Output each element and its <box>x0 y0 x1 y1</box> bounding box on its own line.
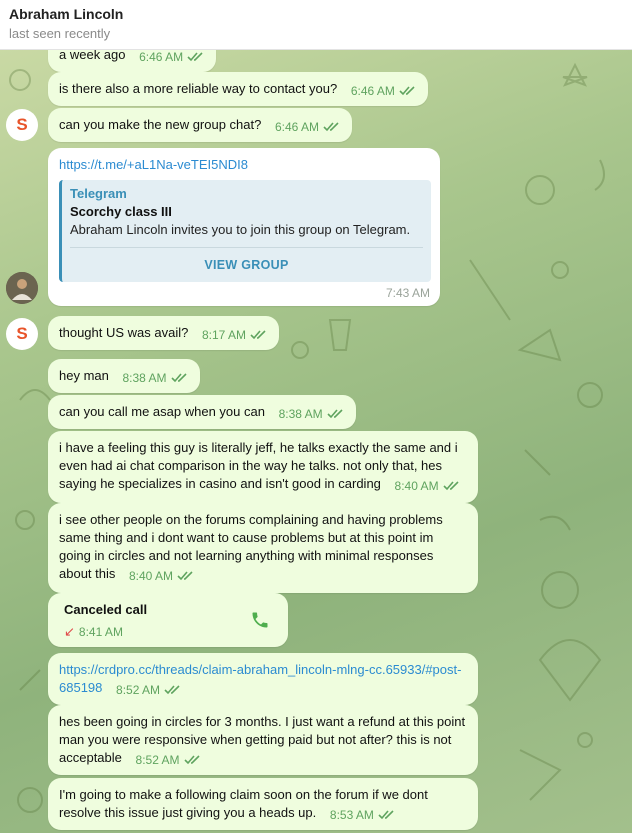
message-bubble[interactable]: i have a feeling this guy is literally j… <box>48 431 478 503</box>
message-time: 8:40 AM <box>129 567 195 585</box>
message-time: 8:17 AM <box>202 326 268 344</box>
message-text: i see other people on the forums complai… <box>59 512 443 581</box>
phone-icon[interactable] <box>250 610 270 630</box>
message-bubble[interactable]: a week ago 6:46 AM <box>48 50 217 72</box>
message-link[interactable]: https://t.me/+aL1Na-veTEI5NDI8 <box>59 157 248 172</box>
double-check-icon <box>378 810 394 820</box>
message-text: can you make the new group chat? <box>59 117 262 132</box>
double-check-icon <box>323 122 339 132</box>
sender-avatar[interactable]: S <box>6 318 38 350</box>
message-time: 7:43 AM <box>385 286 430 300</box>
call-title: Canceled call <box>64 602 148 617</box>
message-text: a week ago <box>59 50 126 62</box>
message-bubble[interactable]: i see other people on the forums complai… <box>48 503 478 593</box>
contact-status: last seen recently <box>9 26 111 41</box>
message-time: 8:40 AM <box>395 477 461 495</box>
contact-avatar[interactable] <box>6 272 38 304</box>
message-bubble[interactable]: hey man 8:38 AM <box>48 359 200 393</box>
message-text: thought US was avail? <box>59 325 189 340</box>
message-time: 8:38 AM <box>123 369 189 387</box>
contact-name[interactable]: Abraham Lincoln <box>9 6 123 22</box>
message-time: 6:46 AM <box>139 50 205 66</box>
double-check-icon <box>187 52 203 62</box>
double-check-icon <box>164 685 180 695</box>
double-check-icon <box>177 571 193 581</box>
message-time: 6:46 AM <box>351 82 417 100</box>
missed-call-arrow-icon: ↙ <box>64 624 75 639</box>
preview-site: Telegram <box>70 186 127 201</box>
message-text: hey man <box>59 368 109 383</box>
message-text: can you call me asap when you can <box>59 404 265 419</box>
message-time: 8:53 AM <box>330 806 396 824</box>
message-time: 8:52 AM <box>136 751 202 769</box>
sender-avatar[interactable]: S <box>6 109 38 141</box>
view-group-button[interactable]: VIEW GROUP <box>70 247 423 274</box>
message-text: is there also a more reliable way to con… <box>59 81 338 96</box>
preview-title: Scorchy class III <box>70 204 172 219</box>
message-bubble[interactable]: hes been going in circles for 3 months. … <box>48 705 478 775</box>
person-photo-icon <box>6 272 38 304</box>
message-text: hes been going in circles for 3 months. … <box>59 714 466 765</box>
link-preview[interactable]: Telegram Scorchy class III Abraham Linco… <box>59 180 431 282</box>
preview-description: Abraham Lincoln invites you to join this… <box>70 222 411 237</box>
message-time: 8:38 AM <box>279 405 345 423</box>
message-bubble[interactable]: can you make the new group chat? 6:46 AM <box>48 108 353 142</box>
double-check-icon <box>399 86 415 96</box>
double-check-icon <box>170 373 187 383</box>
message-bubble[interactable]: I'm going to make a following claim soon… <box>48 778 478 830</box>
message-bubble[interactable]: can you call me asap when you can 8:38 A… <box>48 395 356 429</box>
link-message-bubble[interactable]: https://t.me/+aL1Na-veTEI5NDI8 Telegram … <box>48 148 440 306</box>
double-check-icon <box>442 481 459 491</box>
message-time: 8:52 AM <box>116 681 182 699</box>
double-check-icon <box>183 755 200 765</box>
call-bubble[interactable]: Canceled call ↙ 8:41 AM <box>48 593 288 647</box>
message-bubble[interactable]: is there also a more reliable way to con… <box>48 72 428 106</box>
chat-header[interactable]: Abraham Lincoln last seen recently <box>0 0 632 50</box>
call-info: ↙ 8:41 AM <box>64 624 123 639</box>
double-check-icon <box>250 330 266 340</box>
message-list[interactable]: a week ago 6:46 AM is there also a more … <box>0 50 632 833</box>
message-bubble[interactable]: thought US was avail? 8:17 AM <box>48 316 280 350</box>
double-check-icon <box>327 409 343 419</box>
message-bubble[interactable]: https://crdpro.cc/threads/claim-abraham_… <box>48 653 478 705</box>
message-time: 6:46 AM <box>275 118 341 136</box>
